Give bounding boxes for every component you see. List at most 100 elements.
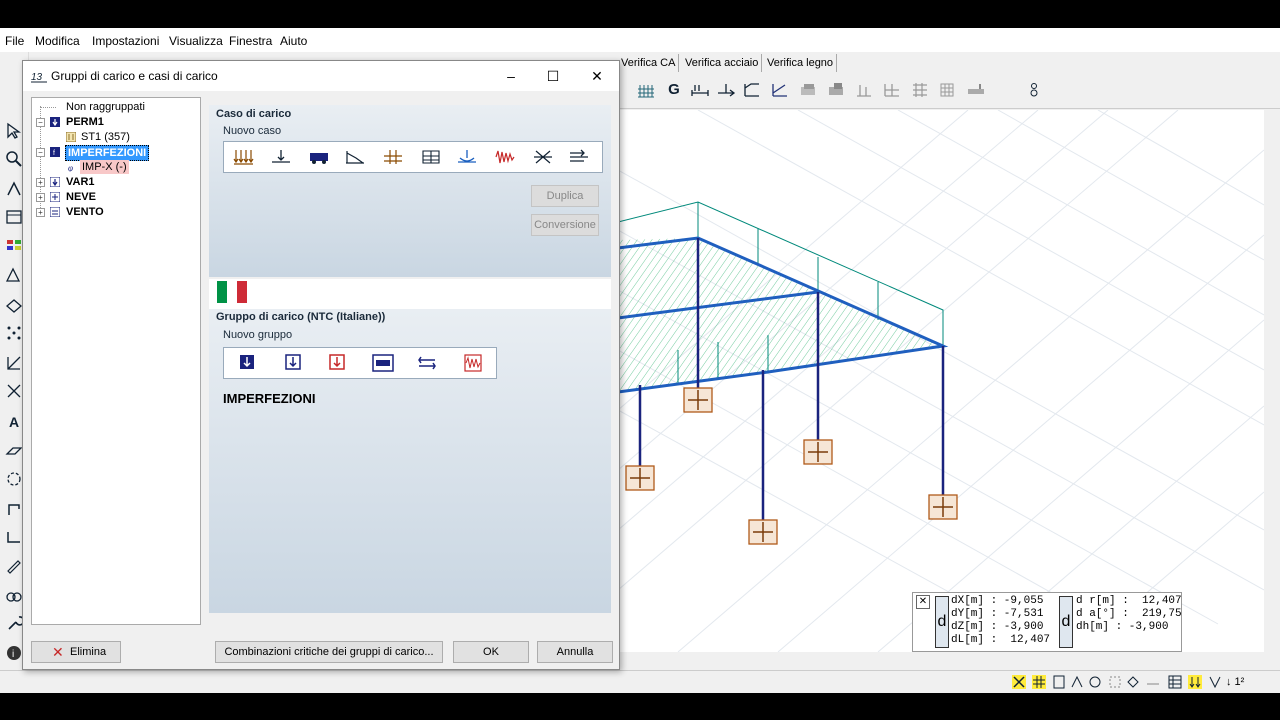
layers-icon[interactable]: [5, 238, 23, 256]
wind-load-icon[interactable]: [568, 148, 590, 166]
zoom-icon[interactable]: [5, 150, 23, 168]
corner-icon[interactable]: [5, 528, 23, 546]
g-letter-icon[interactable]: G: [664, 81, 684, 99]
dyn-icon[interactable]: [1108, 675, 1122, 689]
mesh-icon[interactable]: [910, 81, 930, 99]
truss-icon[interactable]: [5, 266, 23, 284]
conversione-button[interactable]: Conversione: [531, 214, 599, 236]
expand-var1-icon[interactable]: +: [36, 178, 45, 187]
vehicle-load-icon[interactable]: [308, 148, 330, 166]
temperature-load-icon[interactable]: [532, 148, 554, 166]
plane-icon[interactable]: [882, 81, 902, 99]
moment-load-icon[interactable]: [456, 148, 478, 166]
hook-icon[interactable]: [5, 500, 23, 518]
traffic-group-icon[interactable]: [372, 354, 394, 372]
select-cycle-icon[interactable]: [1126, 675, 1140, 689]
minimize-button[interactable]: –: [491, 65, 531, 87]
trapezoidal-load-icon[interactable]: [344, 148, 366, 166]
tab-verifica-legno[interactable]: Verifica legno: [764, 54, 838, 72]
wrench-icon[interactable]: [5, 614, 23, 632]
area-load-icon[interactable]: [420, 148, 442, 166]
dialog-titlebar[interactable]: 13 Gruppi di carico e casi di carico – ☐…: [23, 61, 619, 91]
menu-aiuto[interactable]: Aiuto: [280, 34, 307, 48]
snap-grid-icon[interactable]: [1032, 675, 1046, 689]
tree-item-imp-x[interactable]: IMP-X (-): [80, 160, 129, 174]
expand-vento-icon[interactable]: +: [36, 208, 45, 217]
table-view-icon[interactable]: [1168, 675, 1182, 689]
ortho-icon[interactable]: [1052, 675, 1066, 689]
accidental-group-icon[interactable]: [326, 354, 348, 372]
text-tool-icon[interactable]: A: [5, 412, 23, 430]
tree-item-st1[interactable]: ST1 (357): [81, 130, 130, 144]
distributed-load-icon[interactable]: [232, 148, 254, 166]
tree-item-var1[interactable]: VAR1: [66, 175, 95, 189]
pencil-icon[interactable]: [5, 556, 23, 574]
tree-item-neve[interactable]: NEVE: [66, 190, 96, 204]
rotate-icon[interactable]: [5, 470, 23, 488]
vertical-scrollbar[interactable]: [1264, 110, 1280, 652]
grid-icon[interactable]: [636, 81, 656, 99]
measure-dh: dh[m] : -3,900: [1076, 621, 1169, 633]
elimina-button[interactable]: ✕ Elimina: [31, 641, 121, 663]
permanent-group-icon[interactable]: [236, 354, 258, 372]
lat2-icon[interactable]: [770, 81, 790, 99]
filter-icon[interactable]: [1208, 675, 1222, 689]
transparency-icon[interactable]: [1146, 675, 1160, 689]
menu-file[interactable]: File: [5, 34, 24, 48]
tab-verifica-acciaio[interactable]: Verifica acciaio: [682, 54, 763, 72]
tree-item-vento[interactable]: VENTO: [66, 205, 104, 219]
tree-item-non-raggruppati[interactable]: Non raggruppati: [66, 100, 145, 114]
tree-item-imperfezioni[interactable]: IMPERFEZIONI: [65, 145, 150, 161]
menu-modifica[interactable]: Modifica: [35, 34, 80, 48]
close-button[interactable]: ✕: [577, 65, 617, 87]
horizontal-scrollbar[interactable]: [618, 652, 1264, 668]
plate-icon[interactable]: [5, 442, 23, 460]
arrows-icon[interactable]: [716, 81, 736, 99]
snap-cross-icon[interactable]: [1012, 675, 1026, 689]
info-icon[interactable]: i: [5, 644, 23, 662]
link-icon[interactable]: [5, 586, 23, 604]
tree-item-perm1[interactable]: PERM1: [66, 115, 104, 129]
dimension-icon[interactable]: [690, 81, 710, 99]
variable-group-icon[interactable]: [282, 354, 304, 372]
expand-perm1-icon[interactable]: −: [36, 118, 45, 127]
expand-imperfezioni-icon[interactable]: −: [36, 148, 45, 157]
duplica-button[interactable]: Duplica: [531, 185, 599, 207]
load-display-icon[interactable]: [1188, 675, 1202, 689]
axis-icon[interactable]: [854, 81, 874, 99]
section-icon[interactable]: [5, 354, 23, 372]
menu-impostazioni[interactable]: Impostazioni: [92, 34, 159, 48]
frame-icon[interactable]: [798, 81, 818, 99]
point-load-icon[interactable]: [270, 148, 292, 166]
pointer-icon[interactable]: [5, 122, 23, 140]
polar-icon[interactable]: [1088, 675, 1102, 689]
node-icon[interactable]: [5, 180, 23, 198]
sequence-icon[interactable]: [1024, 81, 1044, 99]
wind-group-icon[interactable]: [416, 354, 438, 372]
grid2-icon[interactable]: [938, 81, 958, 99]
model-viewport[interactable]: [617, 109, 1265, 653]
surface-icon[interactable]: [5, 296, 23, 314]
tab-verifica-ca[interactable]: Verifica CA: [618, 54, 680, 72]
combinazioni-button[interactable]: Combinazioni critiche dei gruppi di cari…: [215, 641, 443, 663]
wind-group-icon: [50, 207, 60, 217]
menu-finestra[interactable]: Finestra: [229, 34, 272, 48]
seismic-group-icon[interactable]: [462, 354, 484, 372]
maximize-button[interactable]: ☐: [533, 65, 573, 87]
linear-load-icon[interactable]: [382, 148, 404, 166]
osnap-icon[interactable]: [1070, 675, 1084, 689]
annulla-button[interactable]: Annulla: [537, 641, 613, 663]
menu-visualizza[interactable]: Visualizza: [169, 34, 223, 48]
cross-icon[interactable]: [5, 382, 23, 400]
dots-grid-icon[interactable]: [5, 324, 23, 342]
lat-icon[interactable]: [742, 81, 762, 99]
italy-flag-icon[interactable]: [217, 281, 247, 303]
frame2-icon[interactable]: [826, 81, 846, 99]
seismic-load-icon[interactable]: [494, 148, 516, 166]
ok-button[interactable]: OK: [453, 641, 529, 663]
step-icon[interactable]: ↓ 1²: [1226, 674, 1266, 690]
expand-neve-icon[interactable]: +: [36, 193, 45, 202]
beam-icon[interactable]: [966, 81, 986, 99]
measure-close-icon[interactable]: ✕: [916, 595, 930, 609]
table-icon[interactable]: [5, 208, 23, 226]
